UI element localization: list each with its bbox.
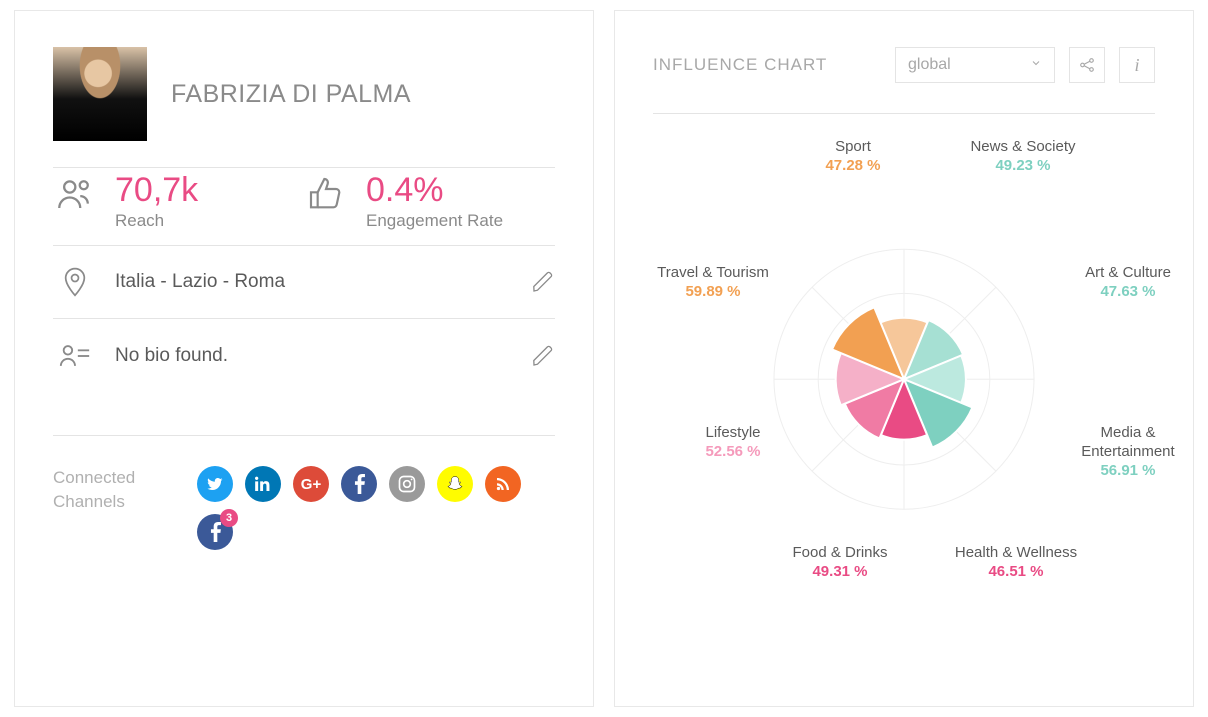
edit-bio-button[interactable]	[531, 344, 555, 368]
avatar	[53, 47, 147, 141]
snapchat-icon[interactable]	[437, 466, 473, 502]
profile-card-icon	[53, 339, 97, 373]
polar-svg-wrap	[774, 249, 1034, 509]
channels-label: Connected Channels	[53, 466, 163, 550]
engagement-stat: 0.4% Engagement Rate	[304, 172, 555, 231]
bio-row: No bio found.	[53, 319, 555, 393]
google-plus-icon[interactable]: G+	[293, 466, 329, 502]
chart-label-food: Food & Drinks 49.31 %	[775, 544, 905, 582]
notification-badge: 3	[220, 509, 238, 527]
profile-name: FABRIZIA DI PALMA	[171, 80, 411, 109]
edit-location-button[interactable]	[531, 270, 555, 294]
connected-channels: Connected Channels G+	[53, 436, 555, 550]
twitter-icon[interactable]	[197, 466, 233, 502]
chart-label-news: News & Society 49.23 %	[958, 138, 1088, 176]
profile-header: FABRIZIA DI PALMA	[53, 47, 555, 141]
chart-label-sport: Sport 47.28 %	[788, 138, 918, 176]
info-button[interactable]: i	[1119, 47, 1155, 83]
people-icon	[53, 172, 97, 216]
instagram-icon[interactable]	[389, 466, 425, 502]
location-pin-icon	[53, 266, 97, 298]
facebook-circle-icon[interactable]: 3	[197, 514, 233, 550]
rss-icon[interactable]	[485, 466, 521, 502]
chevron-down-icon	[1030, 56, 1042, 74]
influence-chart-card: INFLUENCE CHART global i	[614, 10, 1194, 707]
chart-label-lifestyle: Lifestyle 52.56 %	[668, 424, 798, 462]
thumbs-up-icon	[304, 172, 348, 216]
location-row: Italia - Lazio - Roma	[53, 246, 555, 318]
engagement-label: Engagement Rate	[366, 211, 503, 231]
bio-text: No bio found.	[115, 345, 513, 367]
chart-label-travel: Travel & Tourism 59.89 %	[648, 264, 778, 302]
share-button[interactable]	[1069, 47, 1105, 83]
chart-label-health: Health & Wellness 46.51 %	[951, 544, 1081, 582]
profile-card: FABRIZIA DI PALMA 70,7k Reach	[14, 10, 594, 707]
linkedin-icon[interactable]	[245, 466, 281, 502]
engagement-value: 0.4%	[366, 172, 503, 209]
reach-value: 70,7k	[115, 172, 198, 209]
chart-title: INFLUENCE CHART	[653, 55, 881, 75]
chart-label-media: Media & Entertainment 56.91 %	[1063, 424, 1193, 480]
chart-label-art: Art & Culture 47.63 %	[1063, 264, 1193, 302]
stats-row: 70,7k Reach 0.4% Engagement Rate	[53, 168, 555, 245]
scope-select[interactable]: global	[895, 47, 1055, 83]
polar-chart: Sport 47.28 % News & Society 49.23 % Art…	[653, 114, 1155, 634]
reach-label: Reach	[115, 211, 198, 231]
facebook-icon[interactable]	[341, 466, 377, 502]
scope-selected: global	[908, 56, 951, 74]
chart-header: INFLUENCE CHART global i	[653, 47, 1155, 83]
channels-icons: G+ 3	[197, 466, 555, 550]
location-text: Italia - Lazio - Roma	[115, 271, 513, 293]
reach-stat: 70,7k Reach	[53, 172, 304, 231]
